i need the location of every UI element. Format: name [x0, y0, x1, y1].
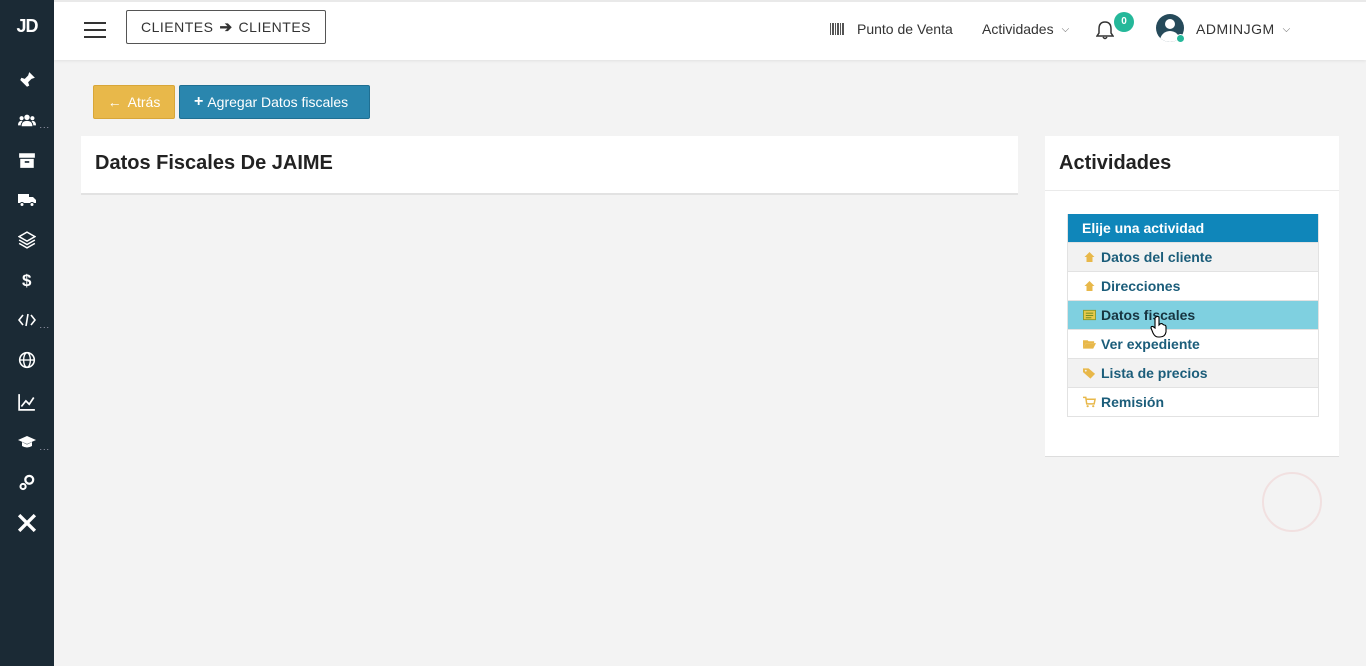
- activity-label: Lista de precios: [1101, 365, 1208, 381]
- activity-datos-del-cliente[interactable]: Datos del cliente: [1068, 242, 1318, 271]
- pos-link[interactable]: Punto de Venta: [830, 0, 953, 58]
- activities-panel: Actividades Elije una actividad Datos de…: [1045, 136, 1339, 457]
- add-button-label: Agregar Datos fiscales: [207, 94, 349, 110]
- page-title: Datos Fiscales De JAIME: [95, 152, 333, 174]
- pos-label: Punto de Venta: [857, 21, 953, 37]
- breadcrumb-from: CLIENTES: [141, 19, 214, 35]
- dollar-icon[interactable]: $: [14, 268, 40, 292]
- gears-icon[interactable]: [14, 470, 40, 494]
- svg-text:$: $: [22, 271, 32, 289]
- chevron-down-icon: ⌵: [1282, 23, 1291, 35]
- divider: [1045, 190, 1339, 191]
- breadcrumb[interactable]: CLIENTES ➔ CLIENTES: [126, 10, 327, 44]
- cart-icon: [1082, 396, 1096, 408]
- bell-icon[interactable]: [1095, 20, 1115, 40]
- activity-datos-fiscales[interactable]: Datos fiscales: [1068, 300, 1318, 329]
- activity-remision[interactable]: Remisión: [1068, 387, 1318, 416]
- activities-list: Elije una actividad Datos del cliente Di…: [1067, 214, 1319, 417]
- home-icon: [1082, 280, 1096, 292]
- activity-label: Remisión: [1101, 394, 1165, 410]
- user-name: ADMINJGM: [1196, 21, 1275, 37]
- plane-icon[interactable]: [14, 511, 40, 535]
- activity-direcciones[interactable]: Direcciones: [1068, 271, 1318, 300]
- graduation-icon[interactable]: ...: [14, 430, 49, 454]
- chevron-down-icon: ⌵: [1061, 23, 1070, 35]
- activities-title: Actividades: [1059, 152, 1172, 174]
- hamburger-menu-icon[interactable]: [84, 22, 106, 38]
- add-fiscal-data-button[interactable]: + Agregar Datos fiscales: [179, 85, 370, 119]
- activities-list-header: Elije una actividad: [1068, 214, 1318, 242]
- layers-icon[interactable]: [14, 228, 40, 252]
- user-menu[interactable]: ADMINJGM ⌵: [1196, 0, 1291, 58]
- hand-cursor-icon: [1150, 315, 1168, 338]
- arrow-left-icon: ←: [107, 94, 122, 110]
- barcode-icon: [830, 23, 845, 35]
- arrow-right-icon: ➔: [219, 19, 233, 36]
- back-button[interactable]: ← Atrás: [93, 85, 175, 119]
- loading-indicator: [1262, 472, 1322, 532]
- online-status-dot: [1176, 34, 1185, 43]
- tags-icon: [1082, 367, 1096, 379]
- sidebar: JD ... $ ... ...: [0, 0, 54, 666]
- folder-open-icon: [1082, 338, 1096, 350]
- id-card-icon: [1082, 309, 1096, 321]
- breadcrumb-to: CLIENTES: [238, 19, 312, 35]
- truck-icon[interactable]: [14, 188, 40, 212]
- plus-icon: +: [194, 93, 204, 110]
- home-icon: [1082, 251, 1096, 263]
- activities-menu-label: Actividades: [982, 21, 1054, 37]
- activity-label: Datos fiscales: [1101, 307, 1196, 323]
- back-button-label: Atrás: [127, 94, 161, 110]
- notification-badge[interactable]: 0: [1114, 12, 1134, 32]
- activity-label: Datos del cliente: [1101, 249, 1213, 265]
- pin-icon[interactable]: [14, 68, 40, 92]
- archive-icon[interactable]: [14, 148, 40, 172]
- users-icon[interactable]: ...: [14, 108, 49, 132]
- activities-menu[interactable]: Actividades ⌵: [982, 0, 1069, 58]
- activity-ver-expediente[interactable]: Ver expediente: [1068, 329, 1318, 358]
- activity-label: Direcciones: [1101, 278, 1181, 294]
- fiscal-data-panel: Datos Fiscales De JAIME: [81, 136, 1018, 195]
- code-icon[interactable]: ...: [14, 308, 49, 332]
- activity-lista-de-precios[interactable]: Lista de precios: [1068, 358, 1318, 387]
- globe-icon[interactable]: [14, 348, 40, 372]
- activity-label: Ver expediente: [1101, 336, 1200, 352]
- app-logo[interactable]: JD: [0, 6, 54, 46]
- chart-icon[interactable]: [14, 390, 40, 414]
